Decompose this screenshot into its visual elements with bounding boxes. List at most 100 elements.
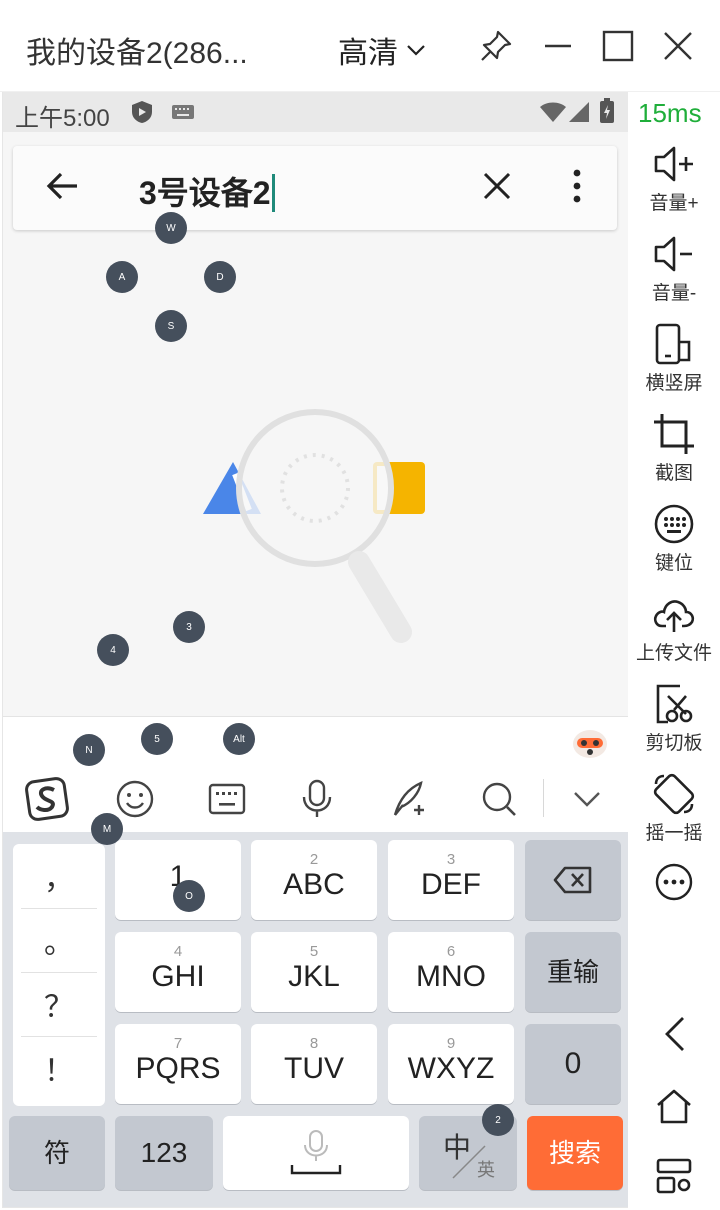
device-screen[interactable]: 上午5:00 3号设备2 ， 。 ？ ！ 1 2 ABC 3 DEF 4 GHI… <box>2 92 628 1208</box>
reinput-key[interactable]: 重输 <box>525 932 621 1012</box>
key-number: 8 <box>309 1035 319 1052</box>
quality-dropdown[interactable]: 高清 <box>338 28 428 72</box>
volume-down-label: 音量- <box>651 283 697 304</box>
more-vert-icon[interactable] <box>569 168 585 204</box>
recents-icon <box>656 1158 692 1194</box>
close-icon[interactable] <box>658 26 698 66</box>
emoji-icon[interactable] <box>111 775 159 823</box>
more-button[interactable] <box>628 862 720 902</box>
keymap-marker-5[interactable]: 5 <box>141 723 173 755</box>
search-input[interactable]: 3号设备2 <box>139 168 275 214</box>
nav-back-button[interactable] <box>650 1010 698 1058</box>
clear-icon[interactable] <box>481 170 513 202</box>
keymap-marker-d[interactable]: D <box>204 261 236 293</box>
search-loading-illustration <box>203 409 425 643</box>
punct-key[interactable]: ？ <box>13 972 105 1036</box>
clipboard-button[interactable]: 剪切板 <box>628 682 720 755</box>
mascot-icon[interactable] <box>571 725 609 759</box>
key-number: 6 <box>446 943 456 960</box>
rotate-button[interactable]: 横竖屏 <box>628 322 720 395</box>
key-number: 3 <box>446 851 456 868</box>
key-ghi[interactable]: 4 GHI <box>115 932 241 1012</box>
home-icon <box>657 1089 691 1124</box>
screenshot-button[interactable]: 截图 <box>628 412 720 485</box>
key-mno[interactable]: 6 MNO <box>388 932 514 1012</box>
nav-back-icon <box>665 1017 684 1051</box>
keymap-marker-o[interactable]: O <box>173 880 205 912</box>
key-label: 123 <box>140 1137 188 1168</box>
handwriting-icon[interactable] <box>385 775 433 823</box>
microphone-icon[interactable] <box>293 775 341 823</box>
key-number: 7 <box>173 1035 183 1052</box>
numeric-key[interactable]: 123 <box>115 1116 213 1190</box>
status-bar: 上午5:00 <box>3 92 628 132</box>
backspace-icon <box>553 866 592 894</box>
keyboard: ， 。 ？ ！ 1 2 ABC 3 DEF 4 GHI 5 JKL 6 MNO … <box>3 832 628 1207</box>
upload-file-button[interactable]: 上传文件 <box>628 592 720 665</box>
punctuation-column: ， 。 ？ ！ <box>13 844 105 1106</box>
rotate-screen-icon <box>655 323 691 365</box>
backspace-key[interactable] <box>525 840 621 920</box>
key-label: 符 <box>43 1138 70 1168</box>
key-pqrs[interactable]: 7 PQRS <box>115 1024 241 1104</box>
more-horiz-icon <box>655 863 693 901</box>
key-label: 重输 <box>546 957 599 987</box>
volume-up-button[interactable]: 音量+ <box>628 142 720 215</box>
keymap-marker-2[interactable]: 2 <box>482 1104 514 1136</box>
search-bar: 3号设备2 <box>13 146 617 230</box>
search-key[interactable]: 搜索 <box>527 1116 623 1190</box>
volume-down-button[interactable]: 音量- <box>628 232 720 305</box>
collapse-keyboard-icon[interactable] <box>563 775 611 823</box>
punct-key[interactable]: 。 <box>13 908 105 972</box>
back-arrow-icon[interactable] <box>45 168 81 204</box>
space-key[interactable] <box>223 1116 409 1190</box>
key-number: 4 <box>173 943 183 960</box>
keyboard-status-icon <box>172 105 194 119</box>
keymap-marker-s[interactable]: S <box>155 310 187 342</box>
key-jkl[interactable]: 5 JKL <box>251 932 377 1012</box>
window-title: 我的设备2(286... <box>26 37 248 70</box>
quality-label: 高清 <box>338 37 398 70</box>
punct-key[interactable]: ！ <box>13 1036 105 1100</box>
keymap-marker-m[interactable]: M <box>91 813 123 845</box>
key-number: 2 <box>309 851 319 868</box>
key-label: 搜索 <box>548 1138 601 1168</box>
sogou-logo-icon[interactable] <box>23 775 71 823</box>
upload-label: 上传文件 <box>635 643 712 664</box>
keymap-marker-a[interactable]: A <box>106 261 138 293</box>
key-zero[interactable]: 0 <box>525 1024 621 1104</box>
clipboard-label: 剪切板 <box>645 733 703 754</box>
text-cursor <box>271 174 275 212</box>
maximize-icon[interactable] <box>598 26 638 66</box>
key-abc[interactable]: 2 ABC <box>251 840 377 920</box>
keymap-label: 键位 <box>654 553 693 574</box>
keymap-icon <box>654 504 694 544</box>
key-label: GHI <box>151 960 205 993</box>
keymap-marker-3[interactable]: 3 <box>173 611 205 643</box>
keymap-marker-w[interactable]: W <box>155 212 187 244</box>
nav-recents-button[interactable] <box>650 1152 698 1200</box>
keymap-marker-4[interactable]: 4 <box>97 634 129 666</box>
key-label: TUV <box>284 1052 344 1085</box>
keymap-marker-n[interactable]: N <box>73 734 105 766</box>
keyboard-switch-icon[interactable] <box>203 775 251 823</box>
space-mic-icon <box>290 1130 342 1175</box>
keymap-button[interactable]: 键位 <box>628 502 720 575</box>
key-tuv[interactable]: 8 TUV <box>251 1024 377 1104</box>
nav-home-button[interactable] <box>650 1082 698 1130</box>
pin-icon[interactable] <box>476 26 516 66</box>
symbol-key[interactable]: 符 <box>9 1116 105 1190</box>
battery-icon <box>600 98 614 123</box>
key-wxyz[interactable]: 9 WXYZ <box>388 1024 514 1104</box>
keymap-marker-alt[interactable]: Alt <box>223 723 255 755</box>
latency-indicator: 15ms <box>638 98 702 128</box>
minimize-icon[interactable] <box>538 26 578 66</box>
key-def[interactable]: 3 DEF <box>388 840 514 920</box>
search-icon[interactable] <box>475 775 523 823</box>
cloud-upload-icon <box>653 600 695 632</box>
punct-key[interactable]: ， <box>13 844 105 908</box>
play-protect-icon <box>132 101 152 123</box>
shake-button[interactable]: 摇一摇 <box>628 772 720 845</box>
toolbar-divider <box>543 779 544 817</box>
keyboard-toolbar <box>3 716 628 832</box>
